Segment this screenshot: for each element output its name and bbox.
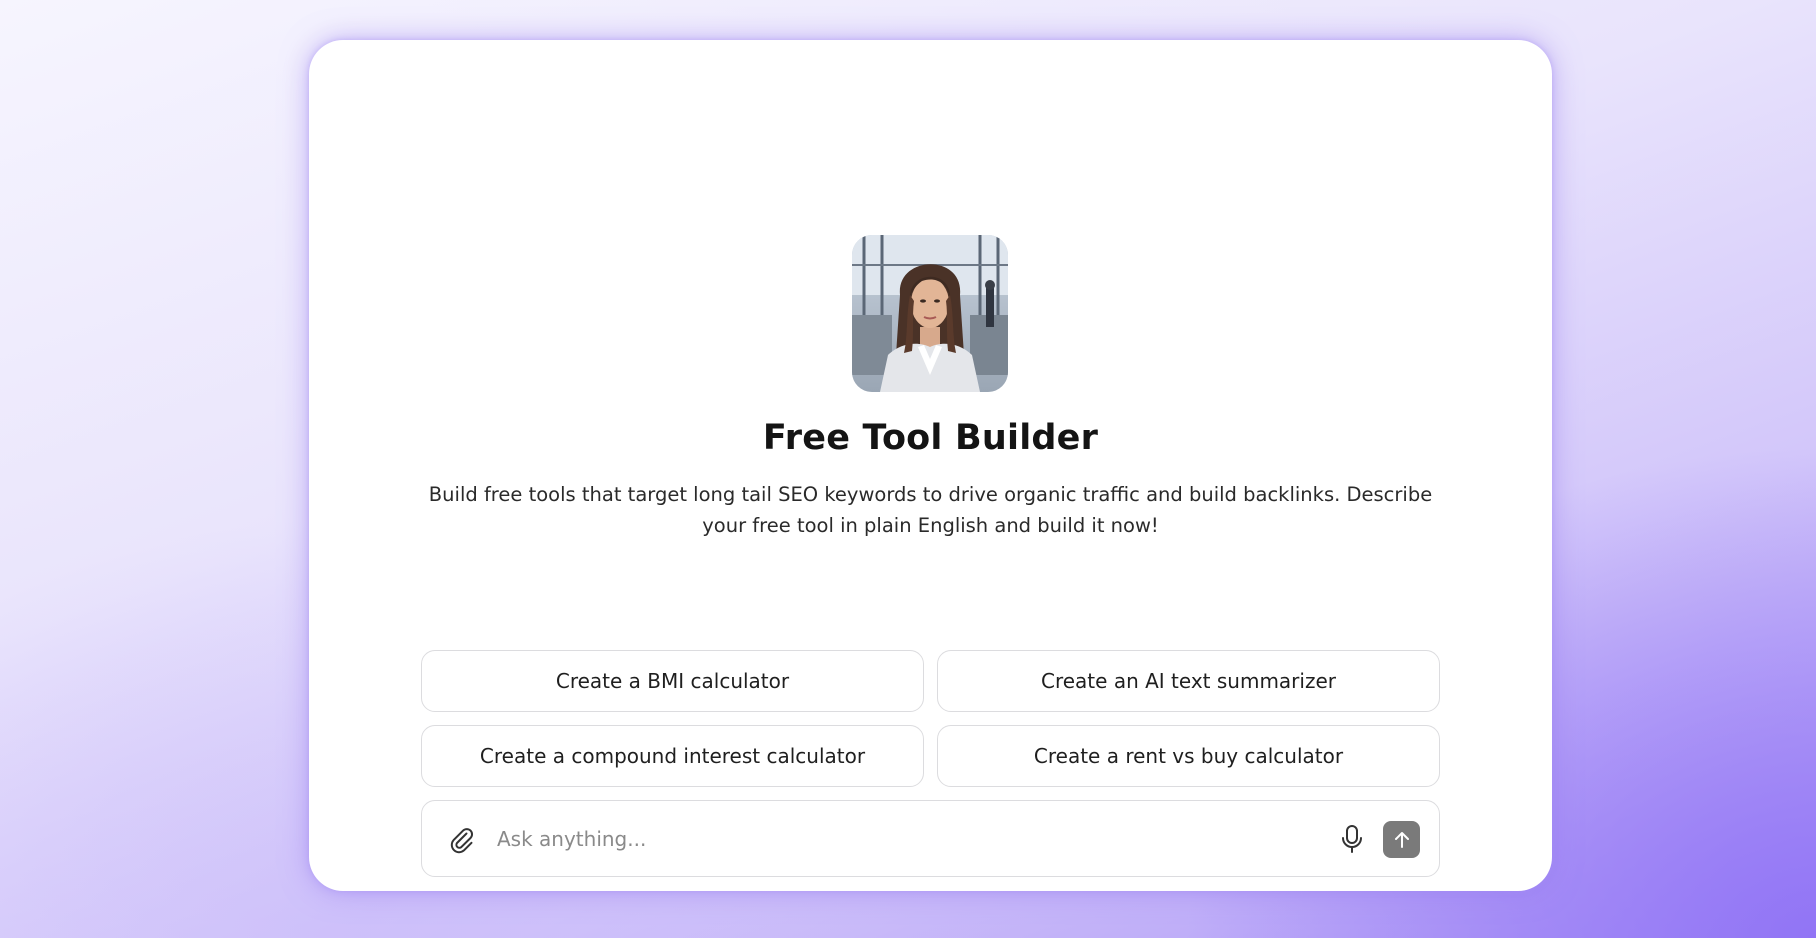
suggestion-compound-interest-calculator[interactable]: Create a compound interest calculator — [421, 725, 924, 787]
arrow-up-icon — [1394, 831, 1409, 848]
paperclip-icon[interactable] — [446, 824, 476, 854]
chat-input[interactable] — [497, 821, 1317, 857]
microphone-icon[interactable] — [1337, 823, 1367, 855]
suggestion-label: Create an AI text summarizer — [1041, 669, 1336, 693]
chat-composer — [421, 800, 1440, 877]
suggestion-label: Create a BMI calculator — [555, 669, 790, 693]
main-card: Free Tool Builder Build free tools that … — [309, 40, 1552, 891]
suggestion-ai-text-summarizer[interactable]: Create an AI text summarizer — [937, 650, 1440, 712]
suggestion-label: Create a compound interest calculator — [479, 744, 866, 768]
suggestion-label: Create a rent vs buy calculator — [1033, 744, 1344, 768]
page-description: Build free tools that target long tail S… — [428, 483, 1433, 537]
suggestion-bmi-calculator[interactable]: Create a BMI calculator — [421, 650, 924, 712]
suggestion-rent-vs-buy-calculator[interactable]: Create a rent vs buy calculator — [937, 725, 1440, 787]
assistant-avatar — [852, 235, 1008, 392]
businesswoman-avatar-image — [852, 235, 1008, 392]
send-button[interactable] — [1383, 821, 1420, 858]
page-title: Free Tool Builder — [762, 418, 1099, 458]
